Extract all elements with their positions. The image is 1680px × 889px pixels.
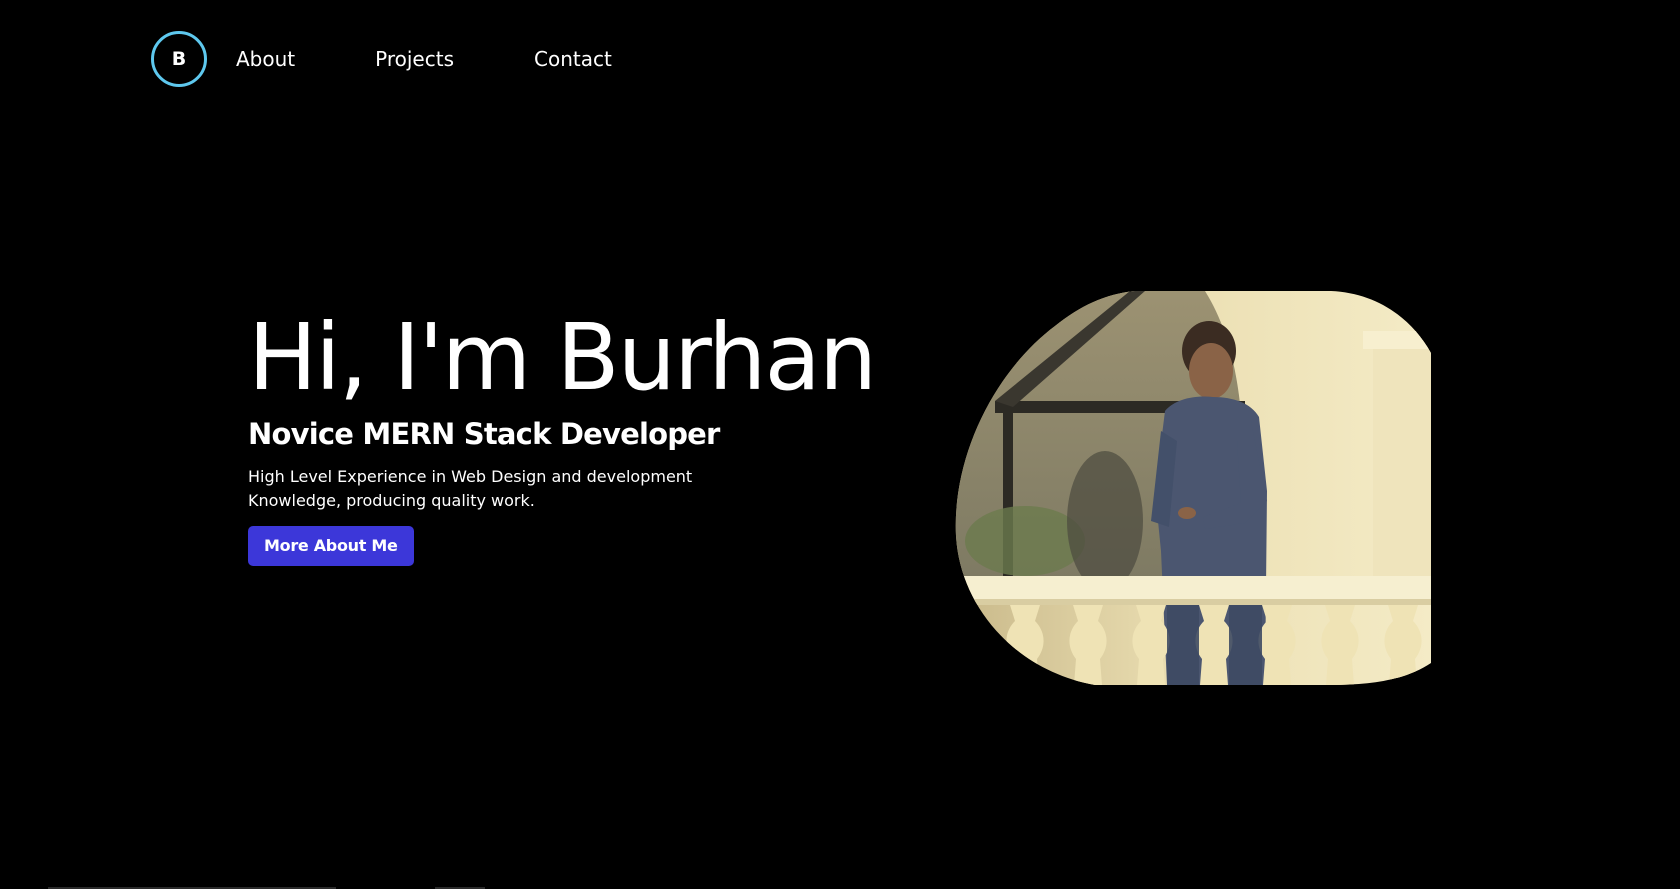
hero-section: Hi, I'm Burhan Novice MERN Stack Develop…	[248, 305, 928, 566]
page: B About Projects Contact Hi, I'm Burhan …	[0, 0, 1680, 889]
nav-link-projects[interactable]: Projects	[375, 47, 454, 71]
hero-title: Hi, I'm Burhan	[248, 304, 877, 411]
hero-subtitle: Novice MERN Stack Developer	[248, 417, 720, 451]
more-about-me-button[interactable]: More About Me	[248, 526, 414, 566]
top-nav: B About Projects Contact	[151, 30, 692, 88]
nav-links: About Projects Contact	[236, 47, 692, 71]
nav-link-about[interactable]: About	[236, 47, 295, 71]
logo-badge[interactable]: B	[151, 31, 207, 87]
logo-letter: B	[171, 48, 187, 70]
hero-description-line: High Level Experience in Web Design and …	[248, 467, 693, 486]
hero-description-line: Knowledge, producing quality work.	[248, 491, 535, 510]
portrait-image	[955, 291, 1431, 685]
nav-link-contact[interactable]: Contact	[534, 47, 612, 71]
portrait-illustration	[955, 291, 1431, 685]
hero-description: High Level Experience in Web Design and …	[248, 465, 928, 513]
